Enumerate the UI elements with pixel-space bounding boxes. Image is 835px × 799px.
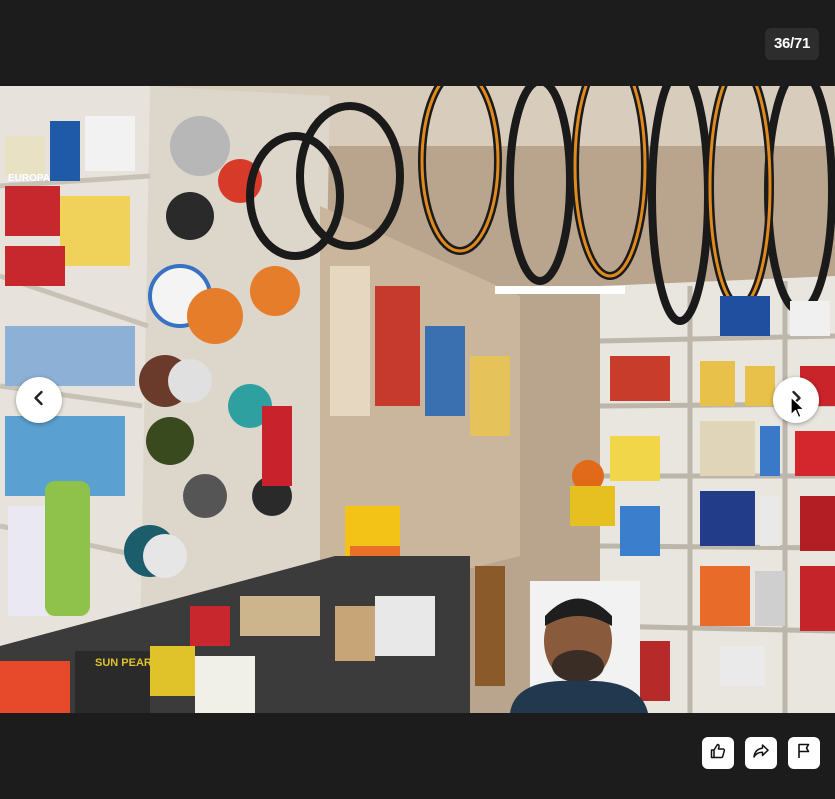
hardware-store-illustration: SUN PEARL EUROPA (0, 86, 835, 713)
bin-label-sun-pearl: SUN PEARL (95, 657, 159, 669)
share-button[interactable] (745, 737, 777, 769)
like-button[interactable] (702, 737, 734, 769)
box-label-europa: EUROPA (8, 173, 50, 184)
share-icon (752, 742, 770, 765)
image-counter: 36/71 (764, 28, 819, 60)
chevron-right-icon (786, 388, 806, 413)
thumbs-up-icon (709, 742, 727, 765)
next-image-button[interactable] (773, 377, 819, 423)
image-actions-toolbar (702, 737, 820, 769)
chevron-left-icon (29, 388, 49, 413)
flag-icon (795, 742, 813, 765)
previous-image-button[interactable] (16, 377, 62, 423)
report-button[interactable] (788, 737, 820, 769)
photo-viewer: 36/71 SUN PEARL EUROPA (0, 0, 835, 799)
store-photo: SUN PEARL EUROPA (0, 86, 835, 713)
